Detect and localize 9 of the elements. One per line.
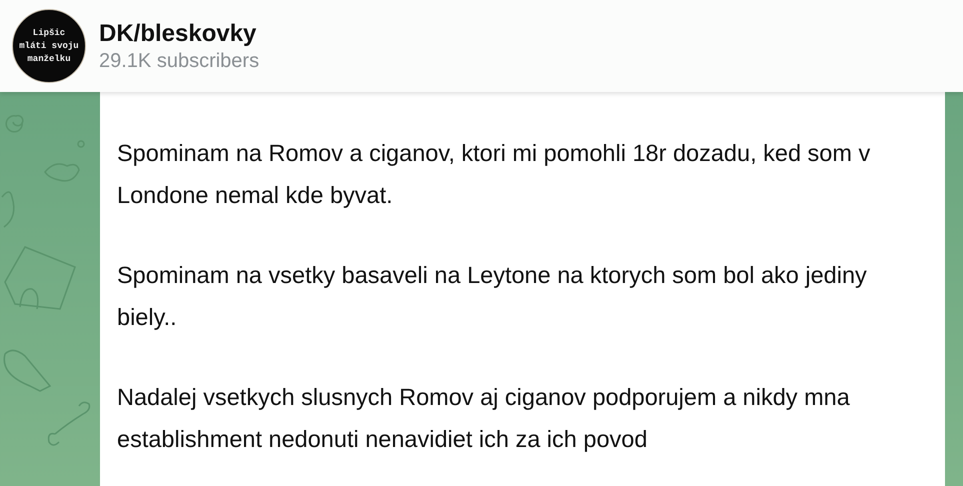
avatar-text: manželku: [27, 52, 71, 66]
avatar-text: mláti svoju: [19, 40, 79, 52]
channel-title: DK/bleskovky: [99, 20, 258, 48]
subscriber-count: 29.1K subscribers: [99, 50, 260, 72]
channel-avatar[interactable]: Lipšic mláti svoju manželku: [12, 9, 86, 83]
avatar-text: Lipšic: [32, 26, 66, 40]
message-paragraph: Spominam na vsetky basaveli na Leytone na ktorych som bol ako jediny biely..: [117, 261, 868, 332]
message-paragraph: Nadalej vsetkych slusnych Romov aj ciganov podporujem a nikdy mna establishment nedonuti nenavidiet ich za ich povod: [117, 383, 851, 454]
message-paragraph: Spominam na Romov a ciganov, ktori mi pomohli 18r dozadu, ked som v Londone nemal kde byvat.: [117, 139, 872, 210]
